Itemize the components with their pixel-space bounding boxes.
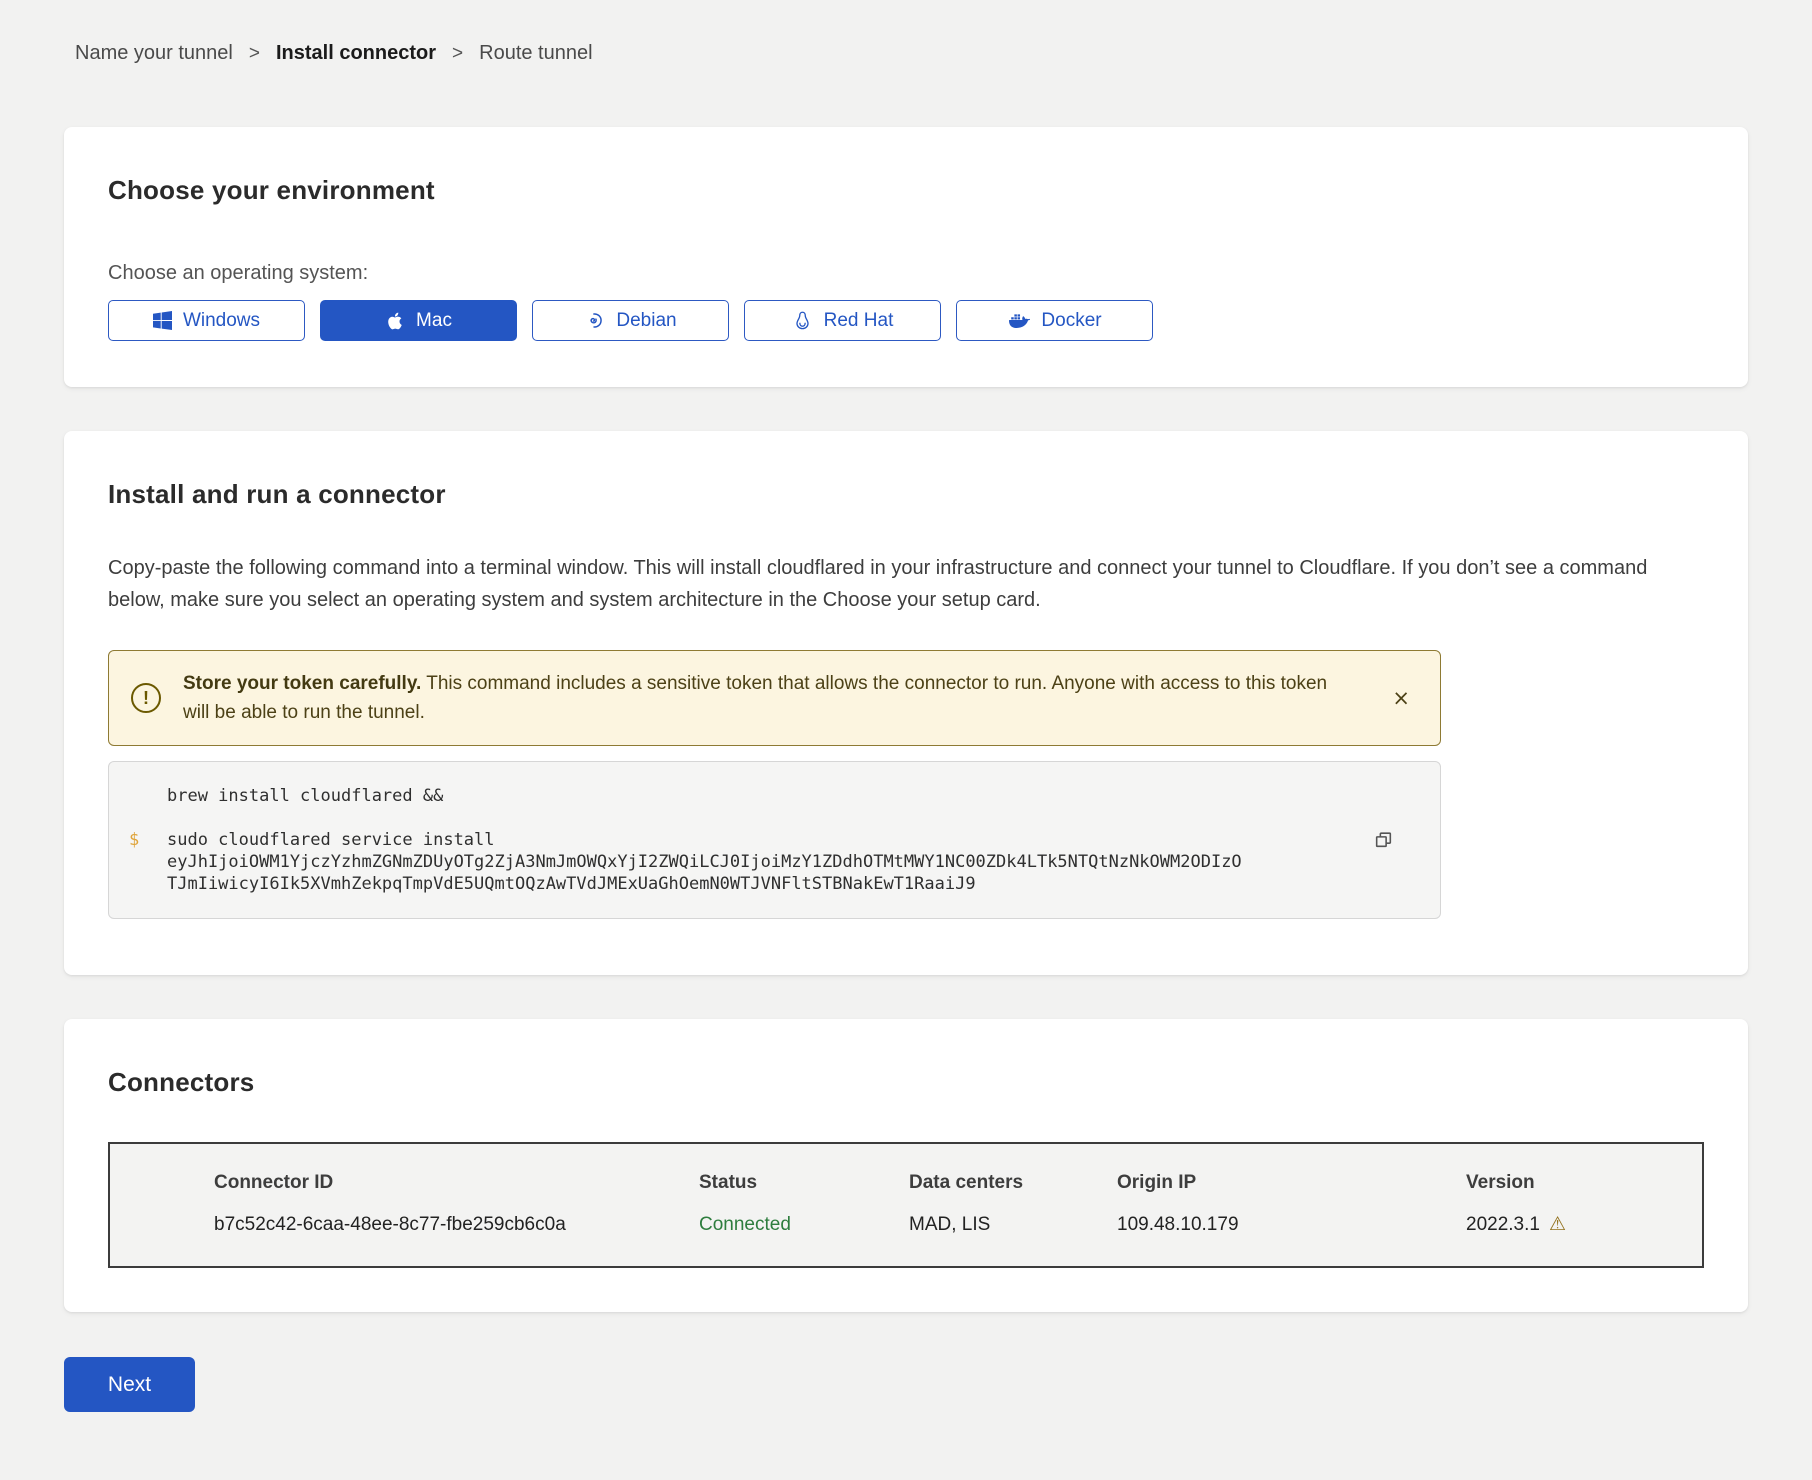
tux-penguin-icon — [792, 310, 813, 331]
breadcrumb-separator: > — [249, 43, 260, 65]
next-button[interactable]: Next — [64, 1357, 195, 1412]
token-warning-banner: ! Store your token carefully. This comma… — [108, 650, 1441, 746]
code-prompt: $ — [129, 829, 167, 851]
os-button-label: Mac — [416, 310, 452, 332]
connectors-table-header: Connector ID Status Data centers Origin … — [214, 1172, 1702, 1194]
code-prompt — [129, 851, 167, 873]
os-button-debian[interactable]: Debian — [532, 300, 729, 341]
breadcrumb-install-connector[interactable]: Install connector — [276, 42, 436, 65]
os-select-label: Choose an operating system: — [108, 262, 1704, 285]
code-prompt — [129, 807, 167, 829]
apple-icon — [385, 311, 405, 331]
version-value: 2022.3.1 ⚠ — [1466, 1213, 1702, 1236]
environment-card-title: Choose your environment — [108, 175, 1704, 206]
connectors-card-title: Connectors — [108, 1067, 1704, 1098]
os-button-windows[interactable]: Windows — [108, 300, 305, 341]
os-button-group: Windows Mac Debian — [108, 300, 1704, 341]
origin-ip-value: 109.48.10.179 — [1117, 1214, 1466, 1236]
code-line: $ sudo cloudflared service install — [129, 829, 1370, 851]
code-prompt — [129, 785, 167, 807]
os-button-mac[interactable]: Mac — [320, 300, 517, 341]
breadcrumb-name-your-tunnel[interactable]: Name your tunnel — [75, 42, 233, 65]
warning-close-button[interactable]: × — [1386, 684, 1416, 713]
os-button-label: Red Hat — [824, 310, 894, 332]
code-line: eyJhIjoiOWM1YjczYzhmZGNmZDUyOTg2ZjA3NmJm… — [129, 851, 1370, 873]
breadcrumb-route-tunnel[interactable]: Route tunnel — [479, 42, 592, 65]
windows-icon — [153, 311, 172, 330]
header-status: Status — [699, 1172, 909, 1194]
breadcrumb: Name your tunnel > Install connector > R… — [64, 42, 1748, 65]
docker-whale-icon — [1007, 309, 1030, 332]
install-connector-card: Install and run a connector Copy-paste t… — [64, 431, 1748, 975]
connectors-card: Connectors Connector ID Status Data cent… — [64, 1019, 1748, 1312]
os-button-docker[interactable]: Docker — [956, 300, 1153, 341]
os-button-label: Docker — [1041, 310, 1101, 332]
install-command-code-block: brew install cloudflared && $ sudo cloud… — [108, 761, 1441, 919]
install-card-title: Install and run a connector — [108, 479, 1704, 510]
alert-circle-icon: ! — [131, 683, 161, 713]
code-text: eyJhIjoiOWM1YjczYzhmZGNmZDUyOTg2ZjA3NmJm… — [167, 851, 1242, 873]
alert-exclamation: ! — [143, 688, 149, 709]
breadcrumb-separator: > — [452, 43, 463, 65]
code-text: brew install cloudflared && — [167, 785, 443, 807]
version-warning-icon[interactable]: ⚠ — [1549, 1213, 1566, 1235]
debian-swirl-icon — [584, 310, 605, 331]
code-line: TJmIiwicyI6Ik5XVmhZekpqTmpVdE5UQmtOQzAwT… — [129, 873, 1370, 895]
code-line: brew install cloudflared && — [129, 785, 1370, 807]
code-prompt — [129, 873, 167, 895]
warning-text: Store your token carefully. This command… — [183, 669, 1386, 727]
header-version: Version — [1466, 1172, 1702, 1194]
tunnel-setup-page: Name your tunnel > Install connector > R… — [0, 0, 1812, 1442]
connectors-table: Connector ID Status Data centers Origin … — [108, 1142, 1704, 1268]
code-text: TJmIiwicyI6Ik5XVmhZekpqTmpVdE5UQmtOQzAwT… — [167, 873, 976, 895]
choose-environment-card: Choose your environment Choose an operat… — [64, 127, 1748, 387]
data-centers-value: MAD, LIS — [909, 1214, 1117, 1236]
os-button-label: Debian — [616, 310, 676, 332]
warning-bold-text: Store your token carefully. — [183, 673, 421, 694]
install-description: Copy-paste the following command into a … — [108, 552, 1704, 616]
code-line — [129, 807, 1370, 829]
header-data-centers: Data centers — [909, 1172, 1117, 1194]
version-number: 2022.3.1 — [1466, 1214, 1540, 1235]
header-origin-ip: Origin IP — [1117, 1172, 1466, 1194]
copy-icon — [1373, 830, 1394, 851]
header-connector-id: Connector ID — [214, 1172, 699, 1194]
os-button-redhat[interactable]: Red Hat — [744, 300, 941, 341]
copy-command-button[interactable] — [1369, 826, 1398, 855]
code-text: sudo cloudflared service install — [167, 829, 495, 851]
connector-row: b7c52c42-6caa-48ee-8c77-fbe259cb6c0a Con… — [214, 1213, 1702, 1236]
status-badge: Connected — [699, 1214, 909, 1236]
connector-id-value: b7c52c42-6caa-48ee-8c77-fbe259cb6c0a — [214, 1214, 699, 1236]
close-icon: × — [1392, 686, 1410, 710]
os-button-label: Windows — [183, 310, 260, 332]
